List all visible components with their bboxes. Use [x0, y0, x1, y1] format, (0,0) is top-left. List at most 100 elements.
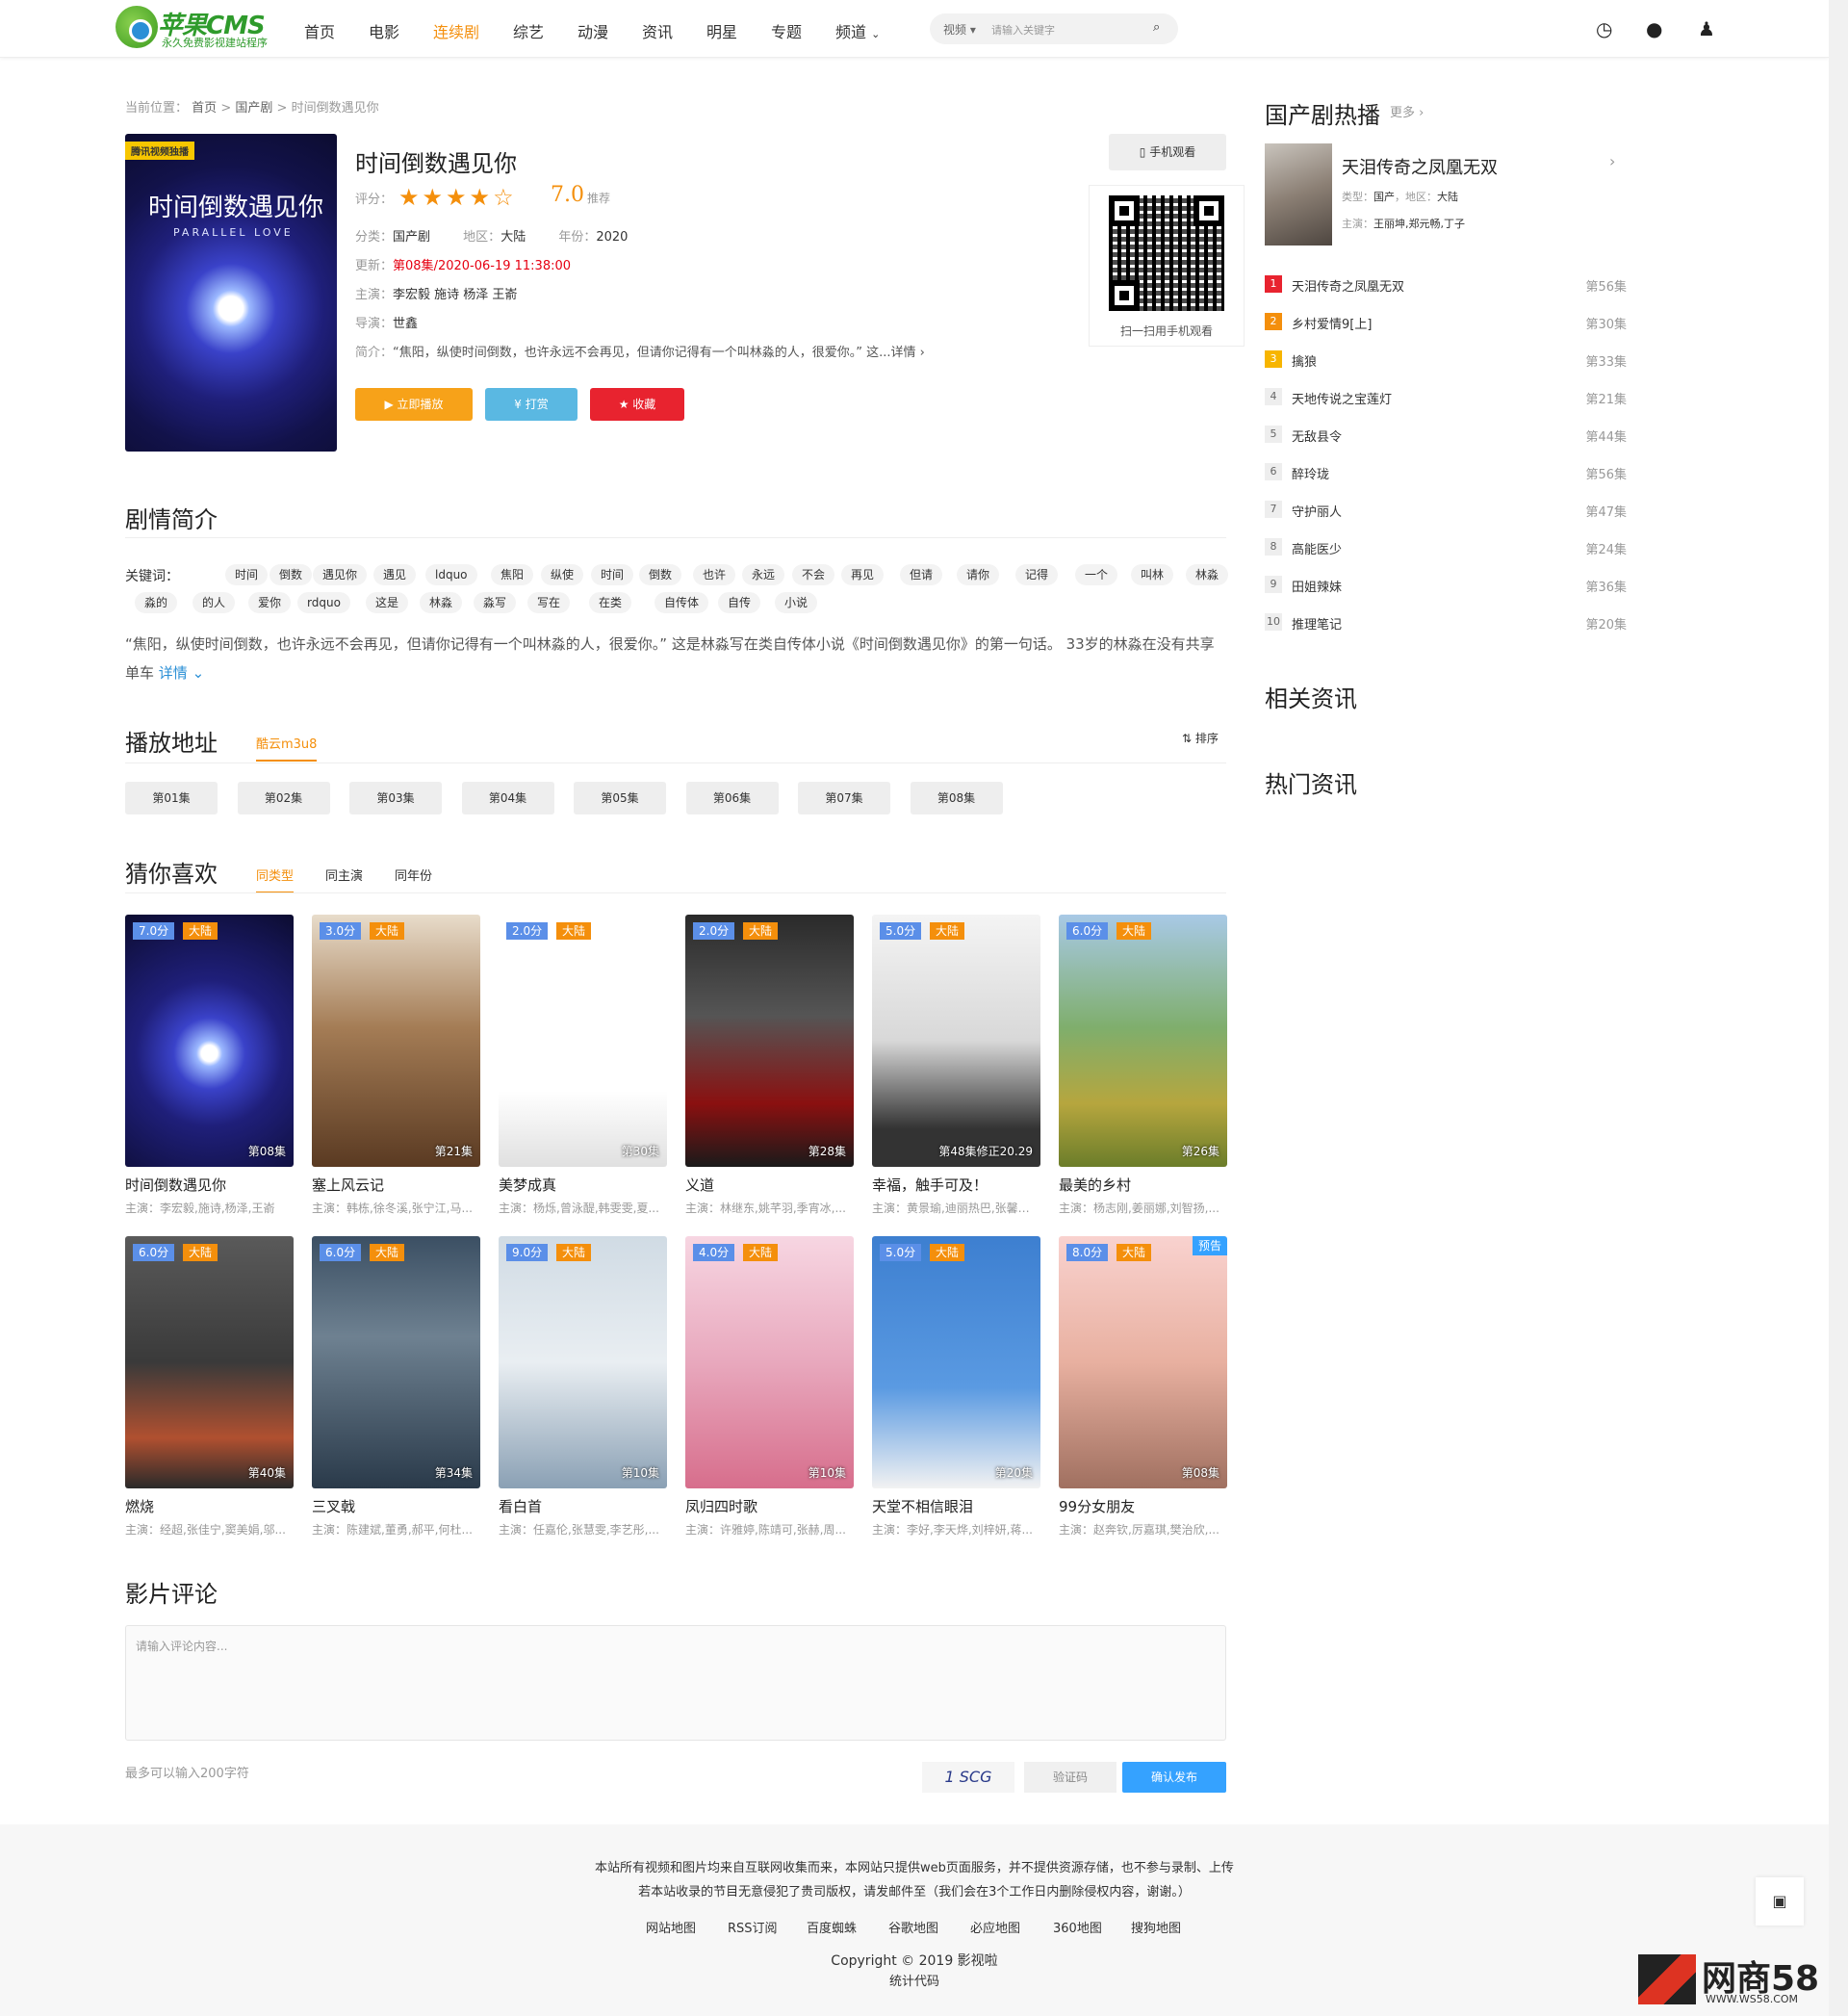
rating-stars[interactable]: ★★★★☆	[398, 184, 517, 211]
director-value[interactable]: 世鑫	[393, 317, 418, 331]
movie-poster[interactable]: 6.0分 大陆 第34集	[312, 1236, 480, 1488]
history-clock-icon[interactable]: ◷	[1596, 17, 1612, 40]
message-icon[interactable]: ●	[1646, 17, 1662, 40]
movie-name[interactable]: 燃烧	[125, 1496, 294, 1516]
movie-name[interactable]: 三叉戟	[312, 1496, 480, 1516]
keyword-tag[interactable]: 林淼	[1186, 564, 1229, 585]
movie-poster[interactable]: 3.0分 大陆 第21集	[312, 915, 480, 1167]
footer-link-baidu[interactable]: 百度蜘蛛	[807, 1918, 857, 1936]
keyword-tag[interactable]: 的人	[192, 592, 236, 613]
keyword-tag[interactable]: 自传	[718, 592, 761, 613]
favorite-button[interactable]: ★ 收藏	[590, 388, 684, 421]
nav-channel[interactable]: 频道 ⌄	[835, 19, 880, 42]
movie-name[interactable]: 天堂不相信眼泪	[872, 1496, 1040, 1516]
movie-name[interactable]: 美梦成真	[499, 1175, 667, 1195]
movie-card[interactable]: 9.0分 大陆 第10集 看白首 主演：任嘉伦,张慧雯,李艺彤,...	[499, 1236, 667, 1538]
keyword-tag[interactable]: 遇见你	[313, 564, 368, 585]
movie-card[interactable]: 6.0分 大陆 第26集 最美的乡村 主演：杨志刚,姜丽娜,刘智扬,...	[1059, 915, 1227, 1216]
keyword-tag[interactable]: 遇见	[373, 564, 417, 585]
sidebar-rank-item[interactable]: 8 高能医少 第24集	[1265, 537, 1627, 557]
episode-button[interactable]: 第02集	[237, 782, 330, 814]
episode-button[interactable]: 第06集	[685, 782, 779, 814]
keyword-tag[interactable]: rdquo	[297, 592, 350, 613]
keyword-tag[interactable]: 写在	[527, 592, 571, 613]
rank-title[interactable]: 无敌县令	[1292, 426, 1342, 445]
movie-poster[interactable]: 5.0分 大陆 第20集	[872, 1236, 1040, 1488]
sort-button[interactable]: ⇅ 排序	[1182, 730, 1219, 746]
site-logo[interactable]: 苹果CMS 永久免费影视建站程序	[116, 4, 270, 54]
movie-poster[interactable]: 2.0分 大陆 第28集	[685, 915, 854, 1167]
sidebar-rank-item[interactable]: 4 天地传说之宝莲灯 第21集	[1265, 387, 1627, 407]
keyword-tag[interactable]: 再见	[841, 564, 885, 585]
movie-name[interactable]: 时间倒数遇见你	[125, 1175, 294, 1195]
tab-same-actor[interactable]: 同主演	[325, 866, 363, 884]
keyword-tag[interactable]: 这是	[366, 592, 409, 613]
movie-name[interactable]: 幸福，触手可及！	[872, 1175, 1040, 1195]
sidebar-rank-item[interactable]: 7 守护丽人 第47集	[1265, 500, 1627, 520]
keyword-tag[interactable]: 不会	[792, 564, 835, 585]
year-value[interactable]: 2020	[596, 230, 628, 245]
breadcrumb-category[interactable]: 国产剧	[235, 101, 272, 116]
footer-link-google[interactable]: 谷歌地图	[888, 1918, 938, 1936]
movie-card[interactable]: 7.0分 大陆 第08集 时间倒数遇见你 主演：李宏毅,施诗,杨泽,王嵛	[125, 915, 294, 1216]
footer-link-rss[interactable]: RSS订阅	[728, 1918, 778, 1936]
sidebar-rank-item[interactable]: 1 天泪传奇之凤凰无双 第56集	[1265, 274, 1627, 295]
keyword-tag[interactable]: 一个	[1075, 564, 1118, 585]
rank-title[interactable]: 乡村爱情9[上]	[1292, 314, 1372, 332]
keyword-tag[interactable]: 自传体	[654, 592, 709, 613]
scrollbar[interactable]	[1829, 0, 1848, 2016]
keyword-tag[interactable]: 但请	[900, 564, 943, 585]
search-input[interactable]: 请输入关键字	[991, 22, 1055, 38]
chevron-right-icon[interactable]: ›	[1609, 152, 1615, 170]
movie-name[interactable]: 99分女朋友	[1059, 1496, 1227, 1516]
episode-button[interactable]: 第08集	[910, 782, 1003, 814]
nav-topic[interactable]: 专题	[771, 19, 802, 42]
nav-news[interactable]: 资讯	[642, 19, 673, 42]
keyword-tag[interactable]: 记得	[1015, 564, 1059, 585]
sidebar-rank-item[interactable]: 10 推理笔记 第20集	[1265, 612, 1627, 633]
sidebar-top-name[interactable]: 天泪传奇之凤凰无双	[1342, 154, 1498, 179]
footer-link-sitemap[interactable]: 网站地图	[646, 1918, 696, 1936]
play-source-tab[interactable]: 酷云m3u8	[256, 734, 318, 762]
breadcrumb-home[interactable]: 首页	[192, 101, 217, 116]
keyword-tag[interactable]: 淼写	[474, 592, 517, 613]
sidebar-top-poster[interactable]	[1265, 143, 1332, 246]
movie-poster[interactable]: 6.0分 大陆 第26集	[1059, 915, 1227, 1167]
rank-title[interactable]: 天地传说之宝莲灯	[1292, 389, 1392, 407]
keyword-tag[interactable]: 纵使	[541, 564, 584, 585]
footer-link-sogou[interactable]: 搜狗地图	[1131, 1918, 1181, 1936]
keyword-tag[interactable]: 倒数	[639, 564, 682, 585]
movie-poster[interactable]: 6.0分 大陆 第40集	[125, 1236, 294, 1488]
movie-card[interactable]: 2.0分 大陆 第30集 美梦成真 主演：杨烁,曾泳醍,韩雯雯,夏...	[499, 915, 667, 1216]
movie-name[interactable]: 塞上风云记	[312, 1175, 480, 1195]
footer-link-bing[interactable]: 必应地图	[970, 1918, 1020, 1936]
actor-value[interactable]: 李宏毅 施诗 杨泽 王嵛	[393, 288, 517, 302]
rank-title[interactable]: 天泪传奇之凤凰无双	[1292, 276, 1404, 295]
keyword-tag[interactable]: 焦阳	[491, 564, 534, 585]
rank-title[interactable]: 醉玲珑	[1292, 464, 1329, 482]
nav-star[interactable]: 明星	[706, 19, 737, 42]
rank-title[interactable]: 守护丽人	[1292, 502, 1342, 520]
movie-name[interactable]: 看白首	[499, 1496, 667, 1516]
captcha-input[interactable]: 验证码	[1024, 1762, 1116, 1793]
movie-poster[interactable]: 9.0分 大陆 第10集	[499, 1236, 667, 1488]
play-now-button[interactable]: ▶ 立即播放	[355, 388, 473, 421]
nav-series[interactable]: 连续剧	[433, 19, 479, 42]
movie-name[interactable]: 最美的乡村	[1059, 1175, 1227, 1195]
movie-card[interactable]: 2.0分 大陆 第28集 义道 主演：林继东,姚芊羽,季宵冰,...	[685, 915, 854, 1216]
keyword-tag[interactable]: 请你	[957, 564, 1000, 585]
rank-title[interactable]: 推理笔记	[1292, 614, 1342, 633]
back-to-top-icon[interactable]: ▣	[1756, 1877, 1804, 1926]
rank-title[interactable]: 高能医少	[1292, 539, 1342, 557]
tab-same-type[interactable]: 同类型	[256, 866, 295, 893]
footer-link-360[interactable]: 360地图	[1053, 1918, 1102, 1936]
episode-button[interactable]: 第04集	[461, 782, 554, 814]
main-poster[interactable]: 腾讯视频独播 时间倒数遇见你 PARALLEL LOVE	[125, 134, 337, 452]
movie-card[interactable]: 6.0分 大陆 第34集 三叉戟 主演：陈建斌,董勇,郝平,何杜...	[312, 1236, 480, 1538]
sidebar-rank-item[interactable]: 3 擒狼 第33集	[1265, 349, 1627, 370]
episode-button[interactable]: 第01集	[125, 782, 218, 814]
rank-title[interactable]: 田姐辣妹	[1292, 577, 1342, 595]
nav-movie[interactable]: 电影	[369, 19, 399, 42]
sidebar-rank-item[interactable]: 5 无敌县令 第44集	[1265, 425, 1627, 445]
comment-textarea[interactable]: 请输入评论内容...	[125, 1625, 1226, 1741]
